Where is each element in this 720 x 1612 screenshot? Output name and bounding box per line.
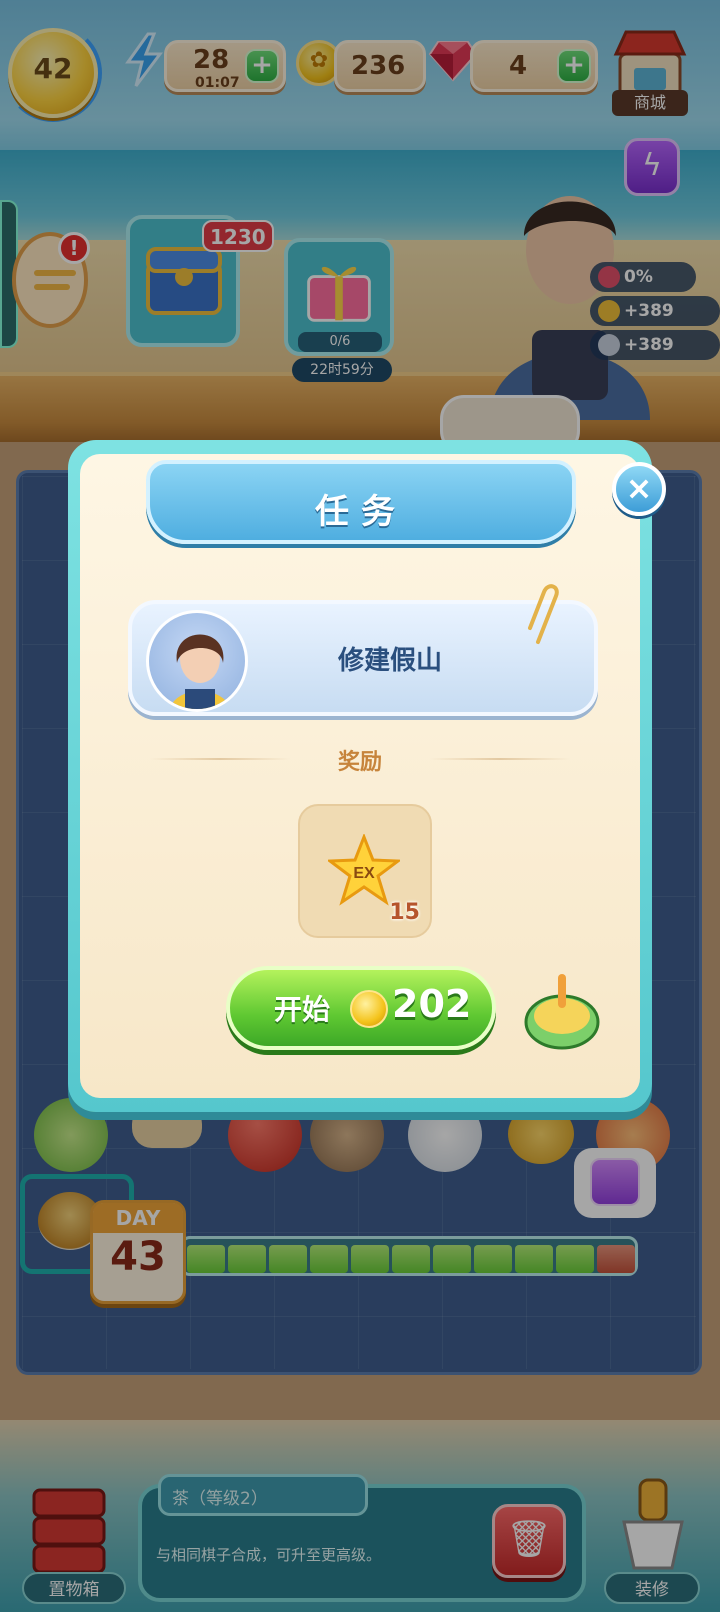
- coin-icon: [350, 990, 388, 1028]
- reward-quantity: 15: [389, 900, 420, 925]
- start-button-label: 开始: [274, 993, 331, 1026]
- exp-star-icon: EX: [328, 834, 400, 906]
- close-icon: ×: [625, 469, 653, 507]
- start-button-price: 202: [392, 982, 472, 1026]
- reward-divider-right: [430, 758, 570, 760]
- task-name: 修建假山: [337, 646, 442, 676]
- close-button[interactable]: ×: [612, 462, 666, 516]
- cooking-pot-icon: [524, 974, 600, 1050]
- dialog-title: 任务: [315, 492, 407, 532]
- exp-star-label: EX: [353, 865, 375, 882]
- reward-label: 奖励: [337, 750, 382, 775]
- character-avatar: [146, 610, 248, 712]
- paperclip-icon: [528, 584, 559, 644]
- reward-divider-left: [150, 758, 290, 760]
